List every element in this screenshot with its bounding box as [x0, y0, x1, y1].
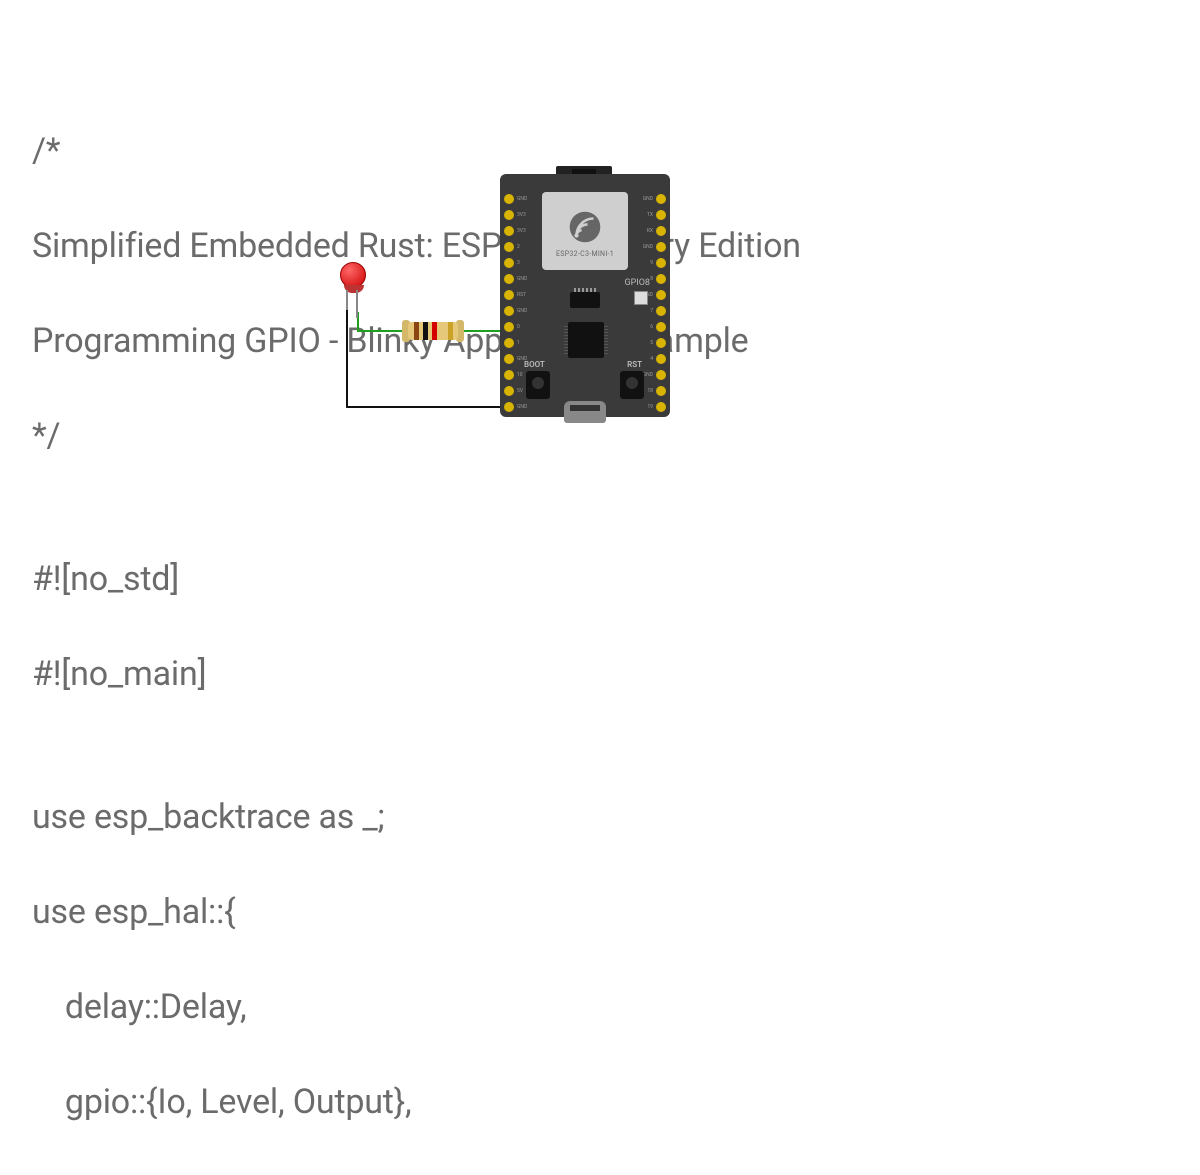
pin-label: GND	[517, 402, 527, 412]
pin-label: 9	[643, 258, 653, 268]
pin	[656, 290, 666, 300]
pin-label: 3	[517, 258, 527, 268]
resistor-band	[414, 322, 419, 340]
resistor	[408, 322, 458, 340]
transistor-icon	[570, 292, 600, 308]
pin	[656, 338, 666, 348]
esp32-shield: ESP32-C3-MINI-1	[542, 192, 628, 270]
pin	[656, 258, 666, 268]
pin-label: GND	[643, 242, 653, 252]
pin-label: 4	[643, 354, 653, 364]
gpio8-led-indicator	[634, 291, 648, 305]
pin-header-left	[504, 194, 514, 412]
pin	[504, 386, 514, 396]
pin	[504, 354, 514, 364]
wire-gnd	[346, 406, 506, 408]
wire-signal	[357, 330, 404, 332]
led-leg	[356, 290, 358, 318]
pin	[656, 306, 666, 316]
pin	[504, 338, 514, 348]
pin-label: 3V3	[517, 210, 527, 220]
pin	[504, 194, 514, 204]
pin	[656, 242, 666, 252]
pin-label: GND	[643, 370, 653, 380]
code-line: gpio::{Io, Level, Output},	[32, 1079, 801, 1127]
code-line: use esp_hal::{	[32, 889, 801, 937]
pin	[504, 370, 514, 380]
pin-label: 5	[643, 338, 653, 348]
esp32-board: ESP32-C3-MINI-1 GND3V33V323GNDRSTGND01GN…	[500, 174, 670, 417]
wire-signal	[463, 330, 505, 332]
pin-label: 19	[643, 402, 653, 412]
pin-label: GND	[517, 274, 527, 284]
pin	[656, 194, 666, 204]
wire-gnd	[346, 308, 348, 408]
code-line: use esp_backtrace as _;	[32, 794, 801, 842]
code-line: #![no_main]	[32, 651, 801, 699]
code-line: /*	[32, 128, 801, 176]
pin	[656, 274, 666, 284]
pin-label: 3V3	[517, 226, 527, 236]
pin-label: 18	[643, 386, 653, 396]
pin	[504, 290, 514, 300]
circuit-diagram: ESP32-C3-MINI-1 GND3V33V323GNDRSTGND01GN…	[330, 174, 670, 424]
pin	[504, 210, 514, 220]
led-leg	[346, 290, 348, 310]
pin	[504, 322, 514, 332]
mcu-chip-icon	[568, 322, 604, 358]
boot-button-label: BOOT	[524, 360, 545, 369]
led-red	[340, 262, 366, 288]
gpio8-label: GPIO8	[624, 278, 650, 288]
reset-button-label: RST	[627, 360, 642, 369]
reset-button[interactable]	[620, 371, 644, 399]
pin-label: TX	[643, 210, 653, 220]
boot-button[interactable]	[526, 371, 550, 399]
pin-label: GND	[517, 306, 527, 316]
pin	[504, 226, 514, 236]
pin	[656, 210, 666, 220]
pin-label: 1	[517, 338, 527, 348]
pin	[656, 322, 666, 332]
pin	[504, 274, 514, 284]
pin	[656, 386, 666, 396]
pin-label: RX	[643, 226, 653, 236]
resistor-band	[448, 322, 453, 340]
pin	[656, 402, 666, 412]
pin	[504, 258, 514, 268]
resistor-band	[423, 322, 428, 340]
pin-label: 2	[517, 242, 527, 252]
pin-label: 6	[643, 322, 653, 332]
pin	[656, 370, 666, 380]
code-line: #![no_std]	[32, 556, 801, 604]
pin-label: 0	[517, 322, 527, 332]
pin-label: 7	[643, 306, 653, 316]
pin	[504, 242, 514, 252]
pin-label: GND	[643, 194, 653, 204]
usb-connector-bottom	[564, 401, 606, 423]
pin-header-right	[656, 194, 666, 412]
code-line: delay::Delay,	[32, 984, 801, 1032]
espressif-logo-icon	[568, 210, 602, 244]
chip-model-label: ESP32-C3-MINI-1	[542, 250, 628, 258]
pin-label: GND	[517, 194, 527, 204]
pin	[504, 402, 514, 412]
pin	[504, 306, 514, 316]
pin	[656, 354, 666, 364]
resistor-band	[432, 322, 437, 340]
pin-label: RST	[517, 290, 527, 300]
pin	[656, 226, 666, 236]
